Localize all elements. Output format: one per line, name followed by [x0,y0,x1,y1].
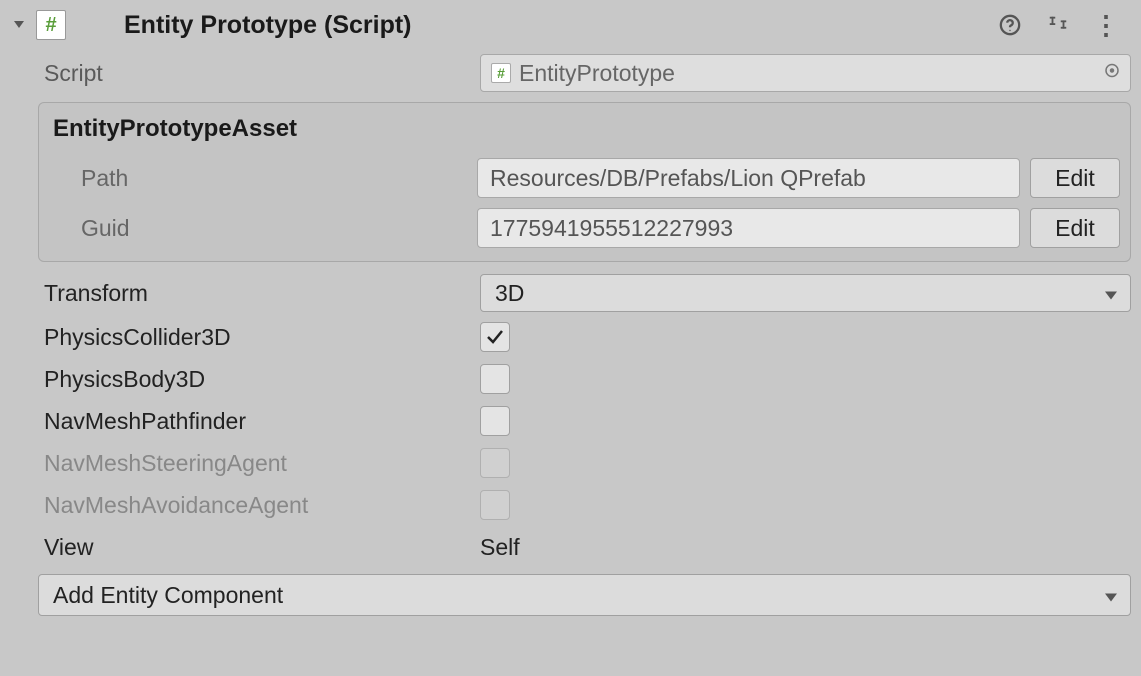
view-row: View Self [10,526,1131,568]
context-menu-icon[interactable]: ⋮ [1095,14,1117,36]
view-label: View [10,534,480,561]
help-icon[interactable] [999,14,1021,36]
guid-row: Guid 1775941955512227993 Edit [49,203,1120,253]
chevron-down-icon [1104,280,1118,307]
transform-label: Transform [10,280,480,307]
navmesh-pathfinder-row: NavMeshPathfinder [10,400,1131,442]
transform-dropdown[interactable]: 3D [480,274,1131,312]
navmesh-pathfinder-checkbox[interactable] [480,406,510,436]
physics-collider-label: PhysicsCollider3D [10,324,480,351]
asset-group: EntityPrototypeAsset Path Resources/DB/P… [38,102,1131,262]
script-object-field[interactable]: # EntityPrototype [480,54,1131,92]
navmesh-avoidance-row: NavMeshAvoidanceAgent [10,484,1131,526]
object-picker-icon[interactable] [1102,60,1122,87]
guid-field[interactable]: 1775941955512227993 [477,208,1020,248]
navmesh-avoidance-label: NavMeshAvoidanceAgent [10,492,480,519]
script-label: Script [10,60,480,87]
navmesh-steering-row: NavMeshSteeringAgent [10,442,1131,484]
view-value: Self [480,534,520,561]
physics-collider-checkbox[interactable] [480,322,510,352]
path-edit-button[interactable]: Edit [1030,158,1120,198]
physics-collider-row: PhysicsCollider3D [10,316,1131,358]
path-label: Path [49,165,467,192]
guid-edit-button[interactable]: Edit [1030,208,1120,248]
component-title: Entity Prototype (Script) [124,11,989,40]
navmesh-steering-checkbox [480,448,510,478]
header-icons: ⋮ [999,14,1131,36]
asset-group-title: EntityPrototypeAsset [49,111,1120,153]
chevron-down-icon [1104,582,1118,609]
foldout-icon[interactable] [12,17,26,34]
path-row: Path Resources/DB/Prefabs/Lion QPrefab E… [49,153,1120,203]
inspector-panel: # Entity Prototype (Script) ⋮ Script # E… [0,0,1141,676]
navmesh-pathfinder-label: NavMeshPathfinder [10,408,480,435]
preset-icon[interactable] [1047,14,1069,36]
script-value: EntityPrototype [519,60,675,87]
physics-body-checkbox[interactable] [480,364,510,394]
csharp-script-icon: # [36,10,66,40]
physics-body-row: PhysicsBody3D [10,358,1131,400]
script-row: Script # EntityPrototype [10,50,1131,96]
csharp-mini-icon: # [491,63,511,83]
physics-body-label: PhysicsBody3D [10,366,480,393]
navmesh-steering-label: NavMeshSteeringAgent [10,450,480,477]
component-header: # Entity Prototype (Script) ⋮ [10,4,1131,50]
navmesh-avoidance-checkbox [480,490,510,520]
guid-label: Guid [49,215,467,242]
add-entity-component-dropdown[interactable]: Add Entity Component [38,574,1131,616]
transform-row: Transform 3D [10,270,1131,316]
path-field[interactable]: Resources/DB/Prefabs/Lion QPrefab [477,158,1020,198]
